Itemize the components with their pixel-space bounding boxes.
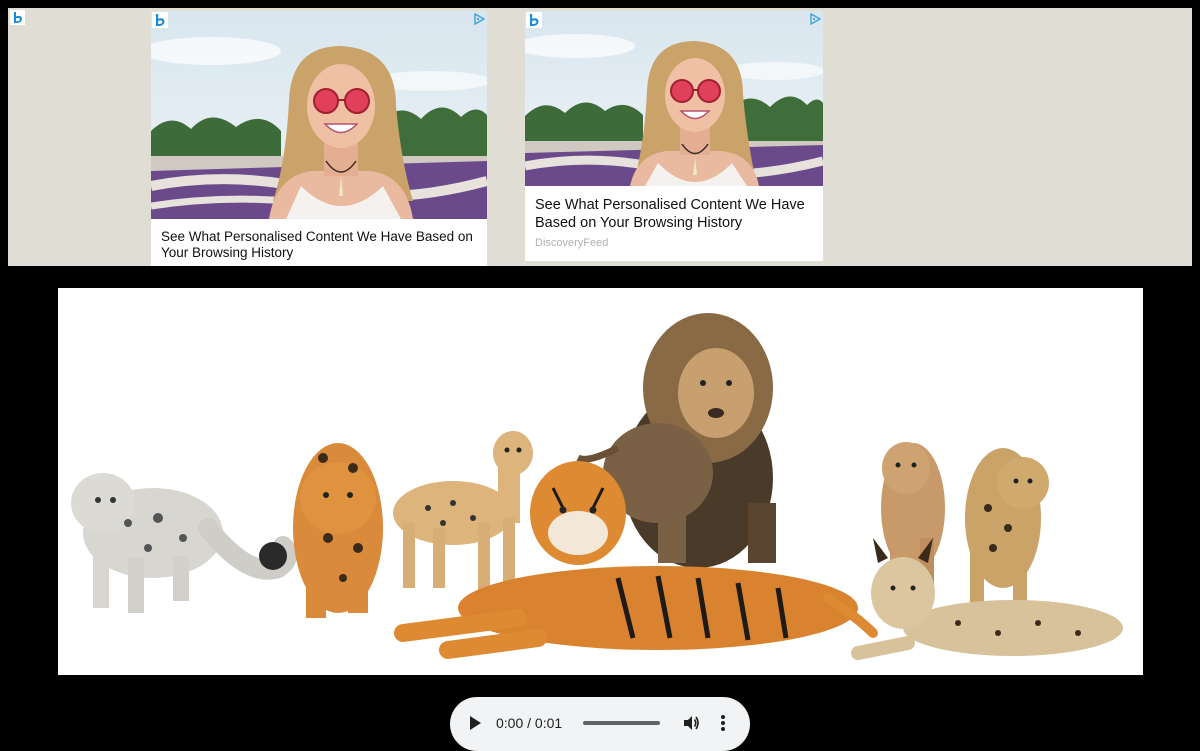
ad-headline[interactable]: See What Personalised Content We Have Ba… <box>161 229 481 261</box>
adchoices-icon[interactable] <box>473 13 485 25</box>
bing-logo-icon[interactable] <box>526 12 542 28</box>
adchoices-icon[interactable] <box>809 13 821 25</box>
bing-logo-icon[interactable] <box>152 12 168 28</box>
volume-icon[interactable] <box>682 714 700 732</box>
ad-card[interactable]: See What Personalised Content We Have Ba… <box>151 11 487 266</box>
big-cats-image <box>58 288 1143 675</box>
ad-source[interactable]: DiscoveryFeed <box>535 237 608 249</box>
more-vertical-icon[interactable] <box>720 714 726 732</box>
time-display: 0:00 / 0:01 <box>496 715 563 731</box>
ad-card[interactable]: See What Personalised Content We Have Ba… <box>525 11 823 261</box>
audio-player: 0:00 / 0:01 <box>450 697 750 751</box>
ad-image[interactable] <box>151 11 487 219</box>
ad-headline[interactable]: See What Personalised Content We Have Ba… <box>535 196 815 232</box>
seek-slider[interactable] <box>583 721 660 725</box>
ad-image[interactable] <box>525 11 823 186</box>
ad-banner: See What Personalised Content We Have Ba… <box>8 8 1192 266</box>
play-icon[interactable] <box>468 715 482 731</box>
bing-logo-icon[interactable] <box>10 10 25 25</box>
